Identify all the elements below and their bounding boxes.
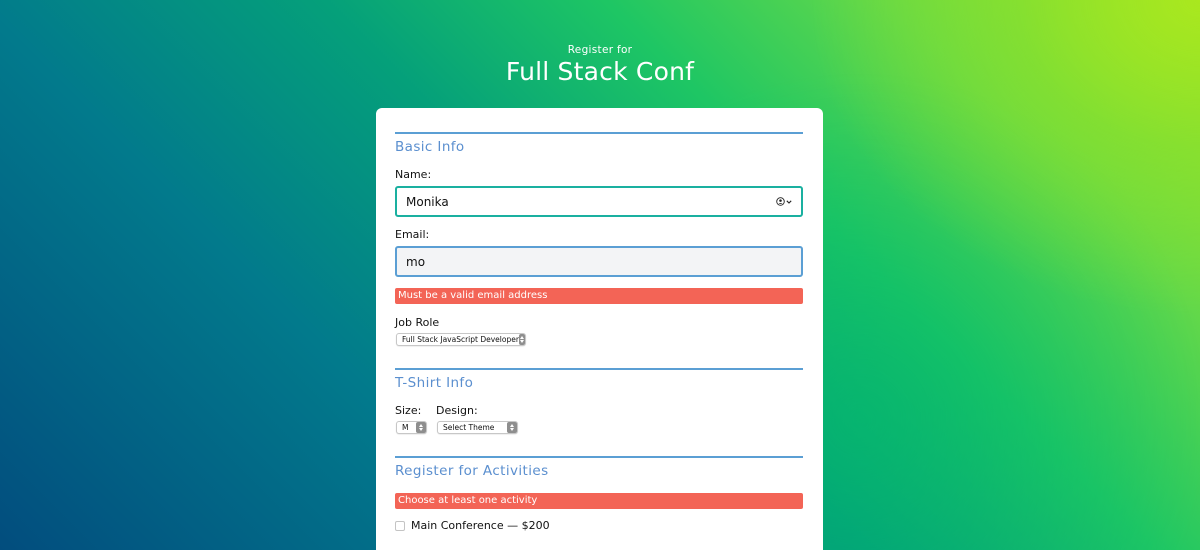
select-arrows-icon [518, 334, 525, 345]
email-field[interactable]: mo [395, 246, 803, 277]
registration-form: Basic Info Name: Monika Email: mo Must b… [376, 108, 823, 550]
select-arrows-icon [507, 422, 517, 433]
section-title-basic-info: Basic Info [395, 139, 465, 155]
name-field[interactable]: Monika [395, 186, 803, 217]
design-selected: Select Theme [443, 423, 495, 432]
activities-error-message: Choose at least one activity [395, 493, 803, 509]
job-role-selected: Full Stack JavaScript Developer [402, 335, 519, 344]
page-title: Full Stack Conf [505, 57, 695, 86]
size-select[interactable]: M [396, 421, 427, 434]
name-value: Monika [406, 194, 449, 209]
section-title-activities: Register for Activities [395, 463, 549, 479]
section-title-tshirt-info: T-Shirt Info [395, 375, 474, 391]
size-label: Size: [395, 404, 422, 417]
email-label: Email: [395, 228, 430, 241]
email-value: mo [406, 254, 426, 269]
job-role-label: Job Role [395, 316, 440, 329]
email-error-message: Must be a valid email address [395, 288, 803, 304]
size-selected: M [402, 423, 409, 432]
job-role-select[interactable]: Full Stack JavaScript Developer [396, 333, 526, 346]
page-header: Register for Full Stack Conf [0, 44, 1200, 87]
select-arrows-icon [416, 422, 426, 433]
section-divider [395, 368, 803, 370]
page-pretitle: Register for [567, 44, 633, 56]
contact-autofill-icon[interactable] [776, 197, 792, 206]
section-divider [395, 132, 803, 134]
activity-checkbox[interactable] [395, 520, 405, 531]
section-divider [395, 456, 803, 458]
design-label: Design: [436, 404, 478, 417]
activity-label: Main Conference — $200 [411, 519, 550, 532]
activity-item[interactable]: Main Conference — $200 [395, 519, 550, 532]
design-select[interactable]: Select Theme [437, 421, 518, 434]
name-label: Name: [395, 168, 432, 181]
